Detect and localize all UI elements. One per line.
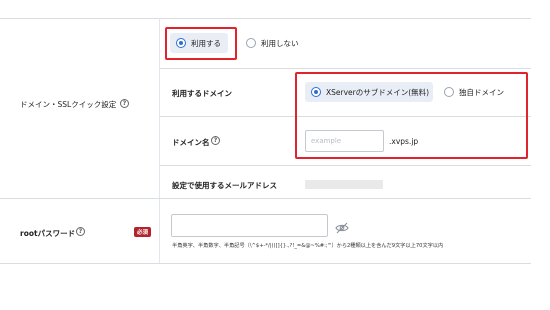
password-hint: 半角英字、半角数字、半角記号（\^$+-*/|()[]{}.,?!_=&@~%#… — [172, 243, 444, 249]
help-icon-domain-name[interactable]: ? — [211, 136, 220, 145]
help-icon-root-password[interactable]: ? — [76, 227, 85, 236]
highlight-box-usage — [165, 27, 237, 60]
mail-label: 設定で使用するメールアドレス — [172, 181, 277, 190]
section-divider — [0, 198, 531, 199]
domain-name-label: ドメイン名 — [172, 138, 210, 147]
top-divider — [0, 18, 531, 19]
highlight-box-domain — [295, 72, 528, 159]
eye-slash-icon[interactable] — [335, 219, 349, 234]
radio-not-use-label: 利用しない — [261, 38, 299, 48]
domain-ssl-label: ドメイン・SSLクイック設定 — [20, 100, 117, 109]
root-password-label: rootパスワード — [20, 229, 76, 238]
use-domain-label: 利用するドメイン — [172, 89, 232, 98]
row-divider-usage — [160, 68, 531, 69]
radio-not-use[interactable]: 利用しない — [240, 33, 310, 53]
mail-value-redacted — [305, 180, 383, 189]
root-password-input[interactable] — [171, 214, 328, 237]
required-badge: 必須 — [134, 227, 152, 237]
radio-not-use-indicator — [246, 38, 256, 48]
row-divider-domain-name — [160, 165, 531, 166]
bottom-divider — [0, 263, 531, 264]
column-divider — [159, 18, 160, 263]
help-icon-domain-ssl[interactable]: ? — [120, 99, 129, 108]
